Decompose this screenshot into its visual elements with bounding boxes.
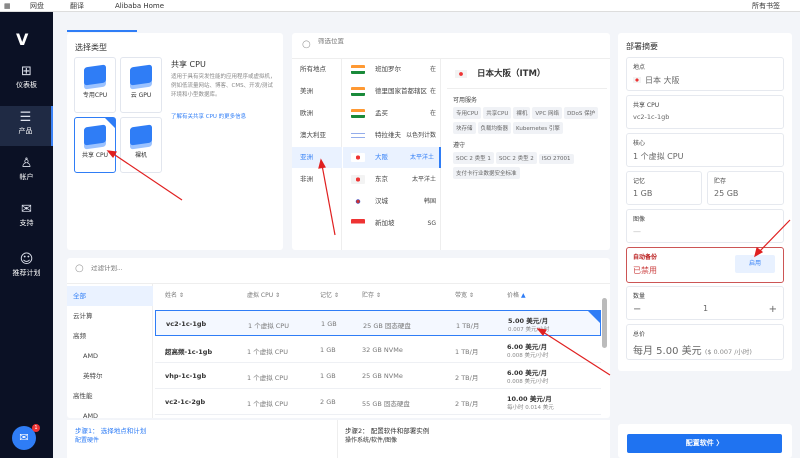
bookmark[interactable]: Alibaba Home	[115, 1, 164, 11]
apps-icon[interactable]: ▦	[4, 1, 11, 11]
bookmark[interactable]: 翻译	[70, 1, 84, 11]
all-bookmarks[interactable]: 所有书签	[752, 1, 780, 11]
bookmark[interactable]: 网盘	[30, 1, 44, 11]
annotation-arrows	[106, 150, 791, 376]
browser-bookmarks-bar: ▦ 网盘 翻译 Alibaba Home 所有书签	[0, 0, 800, 12]
